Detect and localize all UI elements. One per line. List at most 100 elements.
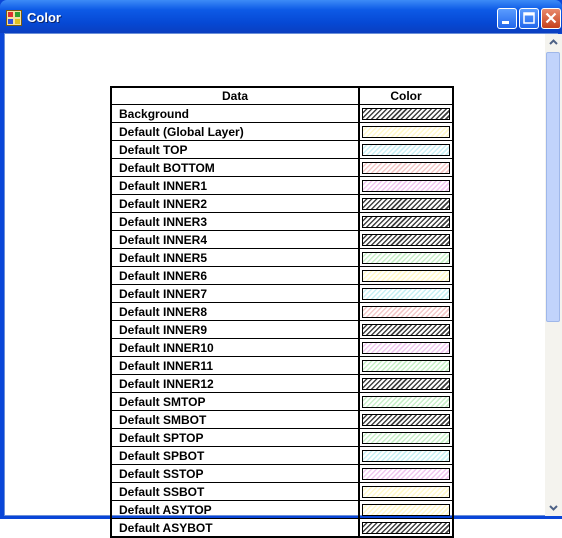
scroll-up-button[interactable] xyxy=(546,35,561,50)
color-swatch[interactable] xyxy=(362,143,450,156)
color-table: Data Color Background Default (Global Lay… xyxy=(110,86,454,538)
color-cell[interactable] xyxy=(358,356,454,375)
color-cell[interactable] xyxy=(358,392,454,411)
table-row[interactable]: Default ASYBOT xyxy=(110,518,454,538)
row-label: Default INNER5 xyxy=(110,248,360,267)
color-cell[interactable] xyxy=(358,446,454,465)
color-swatch[interactable] xyxy=(362,269,450,282)
table-row[interactable]: Default INNER9 xyxy=(110,320,454,339)
color-cell[interactable] xyxy=(358,212,454,231)
maximize-button[interactable] xyxy=(519,8,539,29)
color-cell[interactable] xyxy=(358,122,454,141)
color-cell[interactable] xyxy=(358,410,454,429)
table-row[interactable]: Default SMBOT xyxy=(110,410,454,429)
row-label: Default SSTOP xyxy=(110,464,360,483)
color-cell[interactable] xyxy=(358,338,454,357)
color-cell[interactable] xyxy=(358,158,454,177)
color-cell[interactable] xyxy=(358,428,454,447)
color-swatch[interactable] xyxy=(362,323,450,336)
color-swatch[interactable] xyxy=(362,413,450,426)
color-cell[interactable] xyxy=(358,518,454,538)
color-swatch[interactable] xyxy=(362,521,450,534)
color-swatch[interactable] xyxy=(362,179,450,192)
row-label: Default ASYBOT xyxy=(110,518,360,538)
color-cell[interactable] xyxy=(358,194,454,213)
scrollbar-thumb[interactable] xyxy=(546,52,560,322)
color-cell[interactable] xyxy=(358,140,454,159)
row-label: Default INNER10 xyxy=(110,338,360,357)
color-cell[interactable] xyxy=(358,464,454,483)
color-swatch[interactable] xyxy=(362,395,450,408)
color-swatch[interactable] xyxy=(362,251,450,264)
color-swatch[interactable] xyxy=(362,233,450,246)
row-label: Default INNER4 xyxy=(110,230,360,249)
table-row[interactable]: Default INNER4 xyxy=(110,230,454,249)
table-row[interactable]: Default INNER11 xyxy=(110,356,454,375)
table-row[interactable]: Background xyxy=(110,104,454,123)
color-cell[interactable] xyxy=(358,230,454,249)
color-swatch[interactable] xyxy=(362,431,450,444)
color-swatch[interactable] xyxy=(362,359,450,372)
table-row[interactable]: Default INNER12 xyxy=(110,374,454,393)
title-bar[interactable]: Color xyxy=(0,0,562,33)
color-swatch[interactable] xyxy=(362,503,450,516)
color-cell[interactable] xyxy=(358,176,454,195)
table-row[interactable]: Default INNER5 xyxy=(110,248,454,267)
color-swatch[interactable] xyxy=(362,107,450,120)
table-row[interactable]: Default (Global Layer) xyxy=(110,122,454,141)
table-row[interactable]: Default TOP xyxy=(110,140,454,159)
color-swatch[interactable] xyxy=(362,377,450,390)
row-label: Default INNER2 xyxy=(110,194,360,213)
scroll-down-button[interactable] xyxy=(546,500,561,515)
table-row[interactable]: Default INNER2 xyxy=(110,194,454,213)
color-swatch[interactable] xyxy=(362,449,450,462)
color-cell[interactable] xyxy=(358,482,454,501)
column-header-color: Color xyxy=(358,86,454,105)
minimize-button[interactable] xyxy=(497,8,517,29)
table-row[interactable]: Default ASYTOP xyxy=(110,500,454,519)
minimize-icon xyxy=(502,21,509,24)
color-swatch[interactable] xyxy=(362,305,450,318)
close-button[interactable] xyxy=(541,8,561,29)
table-row[interactable]: Default INNER1 xyxy=(110,176,454,195)
table-row[interactable]: Default INNER8 xyxy=(110,302,454,321)
color-swatch[interactable] xyxy=(362,467,450,480)
color-cell[interactable] xyxy=(358,320,454,339)
row-label: Default SPBOT xyxy=(110,446,360,465)
table-row[interactable]: Default SMTOP xyxy=(110,392,454,411)
row-label: Default TOP xyxy=(110,140,360,159)
row-label: Default SMTOP xyxy=(110,392,360,411)
color-swatch[interactable] xyxy=(362,125,450,138)
vertical-scrollbar[interactable] xyxy=(545,34,562,516)
table-row[interactable]: Default SSBOT xyxy=(110,482,454,501)
table-row[interactable]: Default INNER3 xyxy=(110,212,454,231)
row-label: Default INNER3 xyxy=(110,212,360,231)
color-swatch[interactable] xyxy=(362,161,450,174)
color-cell[interactable] xyxy=(358,302,454,321)
table-row[interactable]: Default SSTOP xyxy=(110,464,454,483)
color-swatch[interactable] xyxy=(362,197,450,210)
row-label: Default SSBOT xyxy=(110,482,360,501)
table-row[interactable]: Default SPBOT xyxy=(110,446,454,465)
table-row[interactable]: Default INNER10 xyxy=(110,338,454,357)
color-swatch[interactable] xyxy=(362,485,450,498)
color-cell[interactable] xyxy=(358,500,454,519)
client-area: Data Color Background Default (Global Lay… xyxy=(4,33,558,538)
color-swatch[interactable] xyxy=(362,341,450,354)
color-cell[interactable] xyxy=(358,248,454,267)
row-label: Default ASYTOP xyxy=(110,500,360,519)
color-cell[interactable] xyxy=(358,104,454,123)
table-row[interactable]: Default BOTTOM xyxy=(110,158,454,177)
color-palette-icon[interactable] xyxy=(6,10,22,26)
color-swatch[interactable] xyxy=(362,287,450,300)
color-cell[interactable] xyxy=(358,374,454,393)
table-row[interactable]: Default SPTOP xyxy=(110,428,454,447)
chevron-down-icon xyxy=(549,505,558,511)
color-swatch[interactable] xyxy=(362,215,450,228)
color-cell[interactable] xyxy=(358,284,454,303)
color-cell[interactable] xyxy=(358,266,454,285)
table-row[interactable]: Default INNER7 xyxy=(110,284,454,303)
row-label: Default INNER11 xyxy=(110,356,360,375)
table-row[interactable]: Default INNER6 xyxy=(110,266,454,285)
row-label: Default BOTTOM xyxy=(110,158,360,177)
